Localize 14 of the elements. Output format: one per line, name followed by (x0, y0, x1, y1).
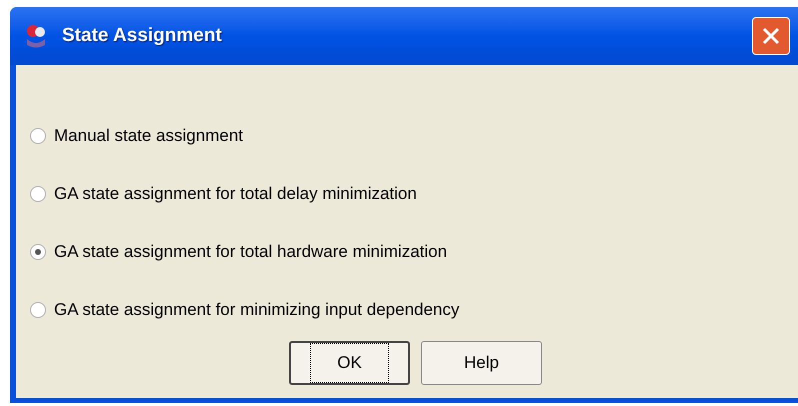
close-button[interactable] (752, 17, 790, 55)
app-logo-icon (24, 23, 48, 49)
dialog-button[interactable]: OK (289, 341, 410, 385)
window-title: State Assignment (62, 24, 222, 48)
option-label: GA state assignment for minimizing input dependency (54, 299, 460, 322)
dialog-button[interactable]: Help (421, 341, 542, 385)
radio-button[interactable] (30, 302, 46, 318)
radio-button[interactable] (30, 244, 46, 260)
option-label: GA state assignment for total hardware minimization (54, 241, 448, 264)
option-label: GA state assignment for total delay minimization (54, 183, 417, 206)
radio-button[interactable] (30, 186, 46, 202)
close-icon (761, 26, 781, 46)
option-label: Manual state assignment (54, 125, 243, 148)
radio-button[interactable] (30, 128, 46, 144)
